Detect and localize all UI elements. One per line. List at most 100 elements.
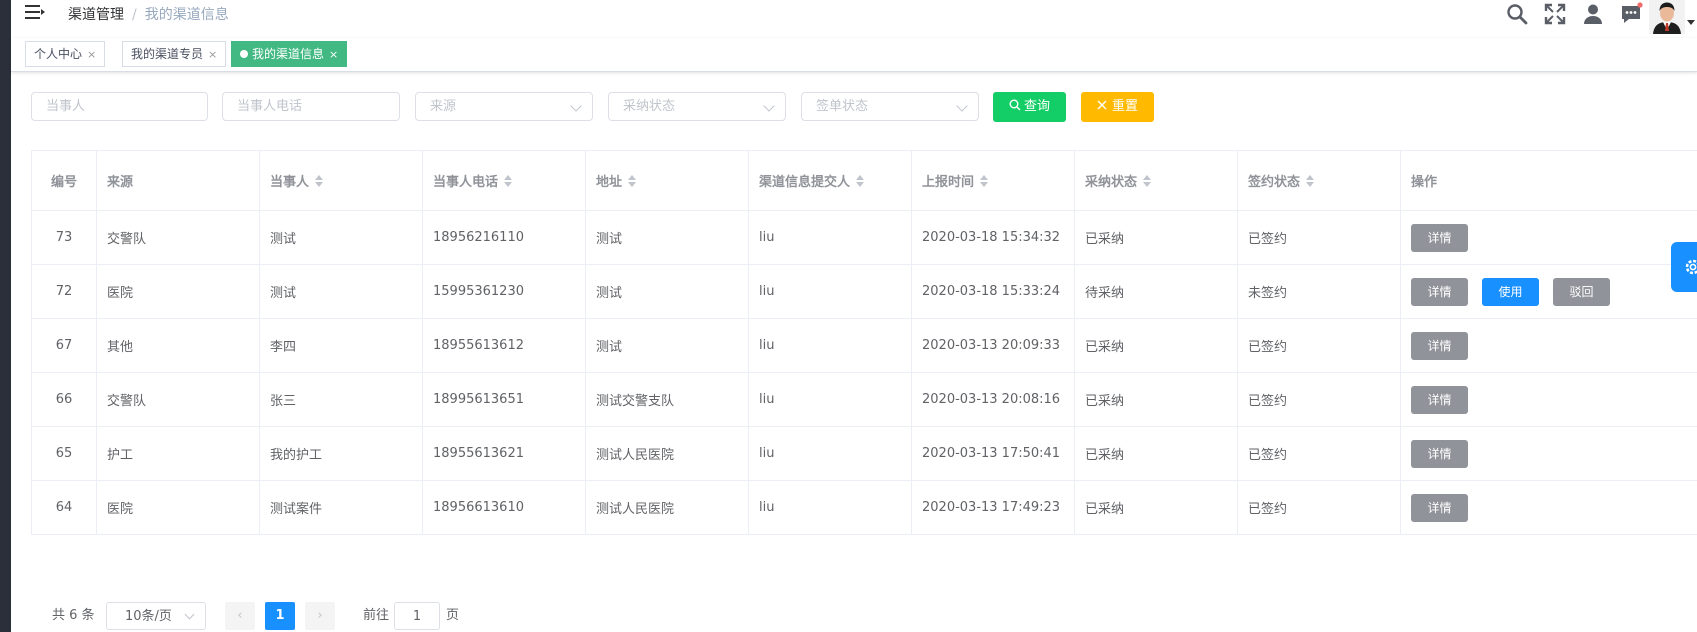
page-suffix: 页 bbox=[446, 608, 460, 623]
breadcrumb-separator: / bbox=[132, 7, 137, 23]
chevron-down-icon[interactable] bbox=[1687, 20, 1695, 25]
header-party[interactable]: 当事人 bbox=[260, 151, 423, 210]
next-page-button[interactable]: › bbox=[305, 602, 335, 630]
close-icon bbox=[1097, 100, 1107, 110]
detail-button[interactable]: 详情 bbox=[1411, 439, 1468, 468]
reset-button[interactable]: 重置 bbox=[1081, 92, 1154, 122]
cell-report-time: 2020-03-18 15:34:32 bbox=[912, 211, 1075, 264]
table-row: 65 护工 我的护工 18955613621 测试人民医院 liu 2020-03-13 1… bbox=[32, 427, 1697, 481]
tab-my-channel-info[interactable]: 我的渠道信息 × bbox=[231, 41, 348, 67]
cell-actions: 详情 bbox=[1401, 319, 1697, 372]
table-row: 64 医院 测试案件 18956613610 测试人民医院 liu 2020-03-13 1… bbox=[32, 481, 1697, 535]
cell-sign-status: 未签约 bbox=[1238, 265, 1401, 318]
sort-icon[interactable] bbox=[1142, 174, 1152, 188]
table-row: 72 医院 测试 15995361230 测试 liu 2020-03-18 15:33:2… bbox=[32, 265, 1697, 319]
reject-button[interactable]: 驳回 bbox=[1553, 277, 1610, 306]
reset-button-label: 重置 bbox=[1111, 99, 1138, 114]
breadcrumb-item-channel[interactable]: 渠道管理 bbox=[68, 7, 124, 23]
cell-source: 护工 bbox=[97, 427, 260, 480]
sort-icon[interactable] bbox=[503, 174, 513, 188]
close-icon[interactable]: × bbox=[87, 48, 96, 61]
cell-adopt-status: 已采纳 bbox=[1075, 319, 1238, 372]
cell-report-time: 2020-03-13 17:49:23 bbox=[912, 481, 1075, 534]
cell-actions: 详情 bbox=[1401, 211, 1697, 264]
sort-icon[interactable] bbox=[979, 174, 989, 188]
detail-button[interactable]: 详情 bbox=[1411, 493, 1468, 522]
tab-personal-center[interactable]: 个人中心 × bbox=[25, 41, 106, 67]
sort-icon[interactable] bbox=[1305, 174, 1315, 188]
sign-status-select[interactable]: 签单状态 bbox=[801, 92, 979, 121]
gear-icon bbox=[1685, 259, 1697, 275]
sort-icon[interactable] bbox=[855, 174, 865, 188]
detail-button[interactable]: 详情 bbox=[1411, 385, 1468, 414]
user-icon[interactable] bbox=[1581, 2, 1605, 26]
tab-label: 我的渠道专员 bbox=[131, 47, 204, 61]
header-submitter[interactable]: 渠道信息提交人 bbox=[749, 151, 912, 210]
avatar[interactable] bbox=[1649, 0, 1685, 34]
cell-submitter: liu bbox=[749, 427, 912, 480]
header-actions: 操作 bbox=[1411, 175, 1438, 190]
cell-source: 医院 bbox=[97, 481, 260, 534]
breadcrumb-item-current: 我的渠道信息 bbox=[144, 7, 229, 23]
cell-party-phone: 18956613610 bbox=[423, 481, 586, 534]
page-number-1[interactable]: 1 bbox=[265, 602, 295, 630]
page-size-select[interactable]: 10条/页 bbox=[106, 602, 206, 630]
active-dot-icon bbox=[240, 50, 248, 58]
search-icon[interactable] bbox=[1505, 2, 1529, 26]
cell-source: 其他 bbox=[97, 319, 260, 372]
cell-address: 测试 bbox=[586, 265, 749, 318]
table-header-row: 编号 来源 当事人 当事人电话 地址 渠道信息提交人 上报时间 采纳状态 签约状… bbox=[32, 151, 1697, 211]
source-select-placeholder: 来源 bbox=[430, 99, 457, 114]
chevron-down-icon bbox=[570, 100, 582, 112]
breadcrumb: 渠道管理 / 我的渠道信息 bbox=[68, 4, 229, 24]
header-report-time[interactable]: 上报时间 bbox=[912, 151, 1075, 210]
chevron-down-icon bbox=[763, 100, 775, 112]
cell-actions: 详情 bbox=[1401, 427, 1697, 480]
fullscreen-icon[interactable] bbox=[1543, 2, 1567, 26]
message-icon[interactable] bbox=[1619, 2, 1643, 26]
party-phone-input[interactable]: 当事人电话 bbox=[222, 92, 400, 121]
header-address[interactable]: 地址 bbox=[586, 151, 749, 210]
cell-id: 64 bbox=[32, 481, 97, 534]
settings-drawer-button[interactable] bbox=[1671, 242, 1697, 292]
cell-party-phone: 18955613621 bbox=[423, 427, 586, 480]
detail-button[interactable]: 详情 bbox=[1411, 277, 1468, 306]
sort-icon[interactable] bbox=[627, 174, 637, 188]
cell-id: 66 bbox=[32, 373, 97, 426]
cell-party-phone: 18995613651 bbox=[423, 373, 586, 426]
cell-sign-status: 已签约 bbox=[1238, 211, 1401, 264]
cell-party: 测试 bbox=[260, 265, 423, 318]
cell-address: 测试 bbox=[586, 319, 749, 372]
query-button[interactable]: 查询 bbox=[993, 92, 1066, 122]
cell-address: 测试人民医院 bbox=[586, 481, 749, 534]
cell-adopt-status: 已采纳 bbox=[1075, 481, 1238, 534]
table-body: 73 交警队 测试 18956216110 测试 liu 2020-03-18 15:34:… bbox=[32, 211, 1697, 535]
adopt-status-placeholder: 采纳状态 bbox=[623, 99, 676, 114]
header-adopt-status[interactable]: 采纳状态 bbox=[1075, 151, 1238, 210]
goto-page-input[interactable]: 1 bbox=[394, 602, 440, 630]
tab-my-channel-specialist[interactable]: 我的渠道专员 × bbox=[122, 41, 227, 67]
use-button[interactable]: 使用 bbox=[1482, 277, 1539, 306]
table-row: 67 其他 李四 18955613612 测试 liu 2020-03-13 20:09:3… bbox=[32, 319, 1697, 373]
hamburger-icon[interactable] bbox=[25, 3, 47, 21]
close-icon[interactable]: × bbox=[208, 48, 217, 61]
prev-page-button[interactable]: ‹ bbox=[225, 602, 255, 630]
cell-id: 65 bbox=[32, 427, 97, 480]
cell-party: 我的护工 bbox=[260, 427, 423, 480]
adopt-status-select[interactable]: 采纳状态 bbox=[608, 92, 786, 121]
cell-actions: 详情 bbox=[1401, 373, 1697, 426]
cell-party: 测试案件 bbox=[260, 481, 423, 534]
detail-button[interactable]: 详情 bbox=[1411, 331, 1468, 360]
header-sign-status[interactable]: 签约状态 bbox=[1238, 151, 1401, 210]
close-icon[interactable]: × bbox=[329, 48, 338, 61]
cell-submitter: liu bbox=[749, 265, 912, 318]
party-input[interactable]: 当事人 bbox=[31, 92, 208, 121]
channel-info-table: 编号 来源 当事人 当事人电话 地址 渠道信息提交人 上报时间 采纳状态 签约状… bbox=[31, 150, 1697, 535]
source-select[interactable]: 来源 bbox=[415, 92, 593, 121]
detail-button[interactable]: 详情 bbox=[1411, 223, 1468, 252]
header-id: 编号 bbox=[32, 151, 97, 210]
header-party-phone[interactable]: 当事人电话 bbox=[423, 151, 586, 210]
sign-status-placeholder: 签单状态 bbox=[816, 99, 869, 114]
sort-icon[interactable] bbox=[314, 174, 324, 188]
cell-adopt-status: 已采纳 bbox=[1075, 373, 1238, 426]
